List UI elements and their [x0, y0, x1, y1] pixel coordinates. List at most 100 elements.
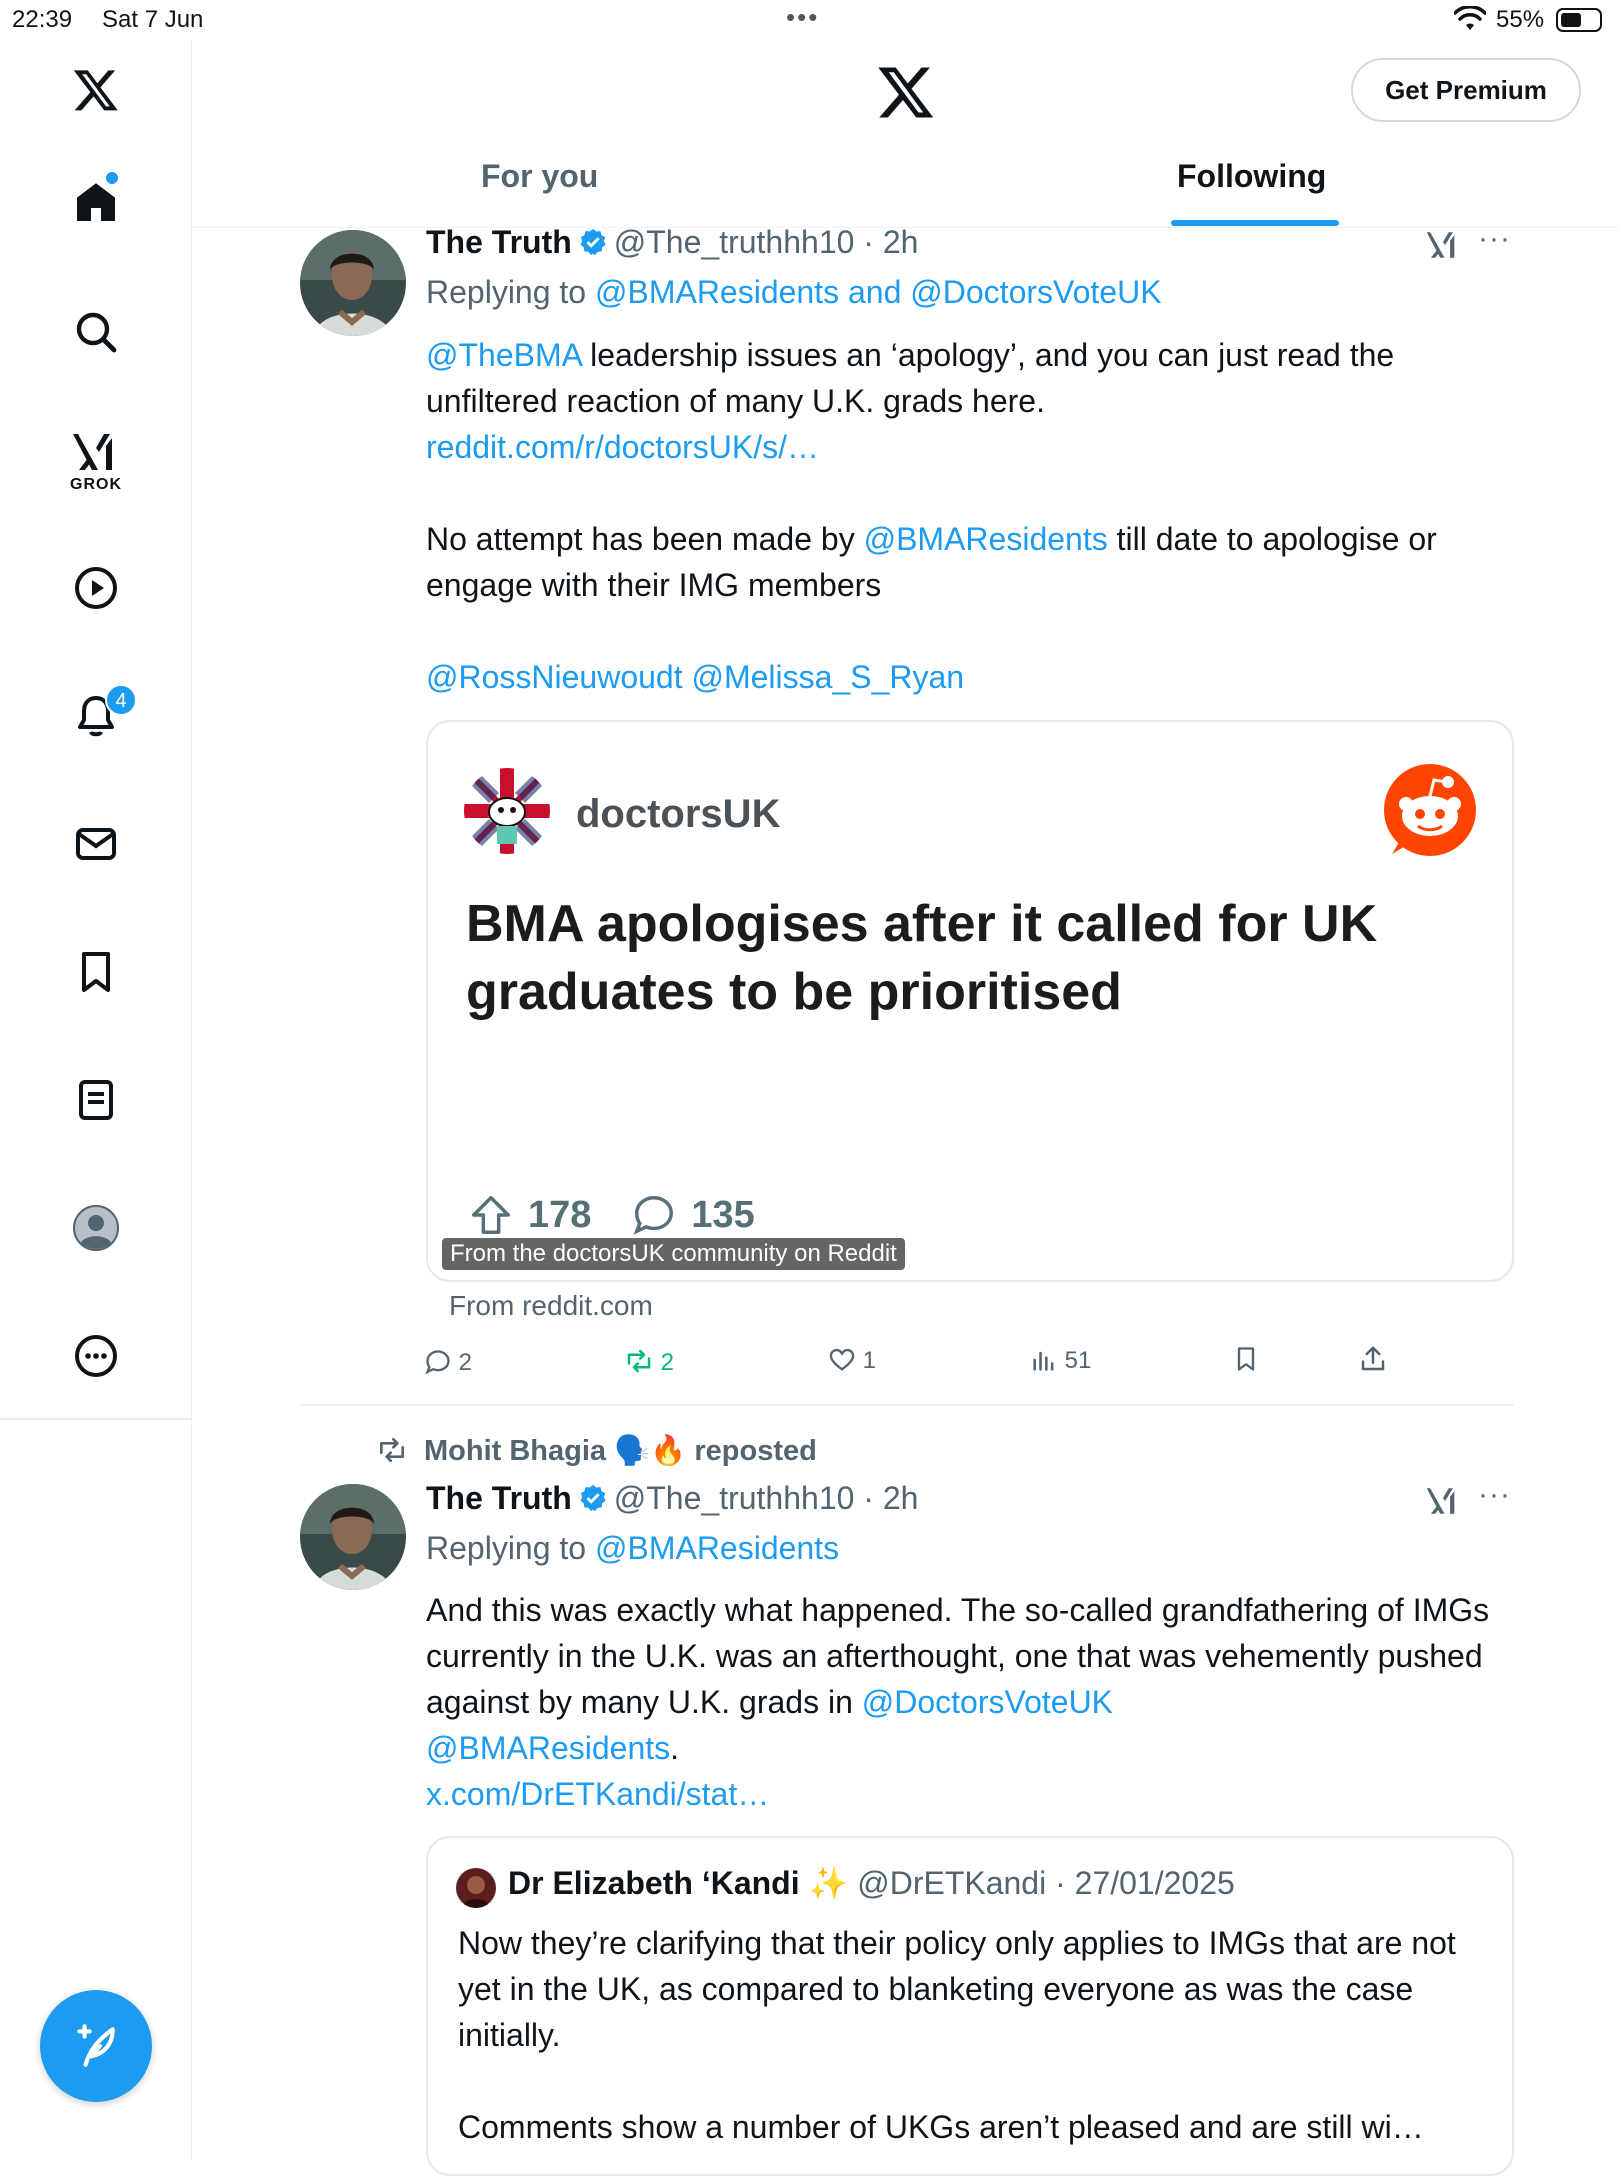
repost-label: reposted	[694, 1435, 817, 1467]
reddit-logo-icon	[1382, 762, 1478, 863]
wifi-icon	[1453, 5, 1487, 39]
replying-to: Replying to @BMAResidents	[426, 1530, 839, 1567]
battery-percent: 55%	[1496, 6, 1545, 33]
mention-links[interactable]: @RossNieuwoudt @Melissa_S_Ryan	[426, 659, 964, 695]
upvote-icon	[472, 1196, 510, 1234]
avatar[interactable]	[300, 230, 406, 336]
quoted-author: Dr Elizabeth ‘Kandi	[508, 1865, 800, 1901]
tweet-header: The Truth @The_truthhh10 · 2h	[426, 1480, 918, 1521]
bookmark-icon	[1237, 1347, 1255, 1371]
get-premium-button[interactable]: Get Premium	[1351, 58, 1581, 122]
grok-explain-icon[interactable]	[1426, 228, 1460, 267]
tweet-text: And this was exactly what happened. The …	[426, 1587, 1516, 1817]
author-handle[interactable]: @The_truthhh10	[614, 224, 855, 260]
tweet-text-part: .	[670, 1730, 680, 1766]
mail-icon[interactable]	[56, 804, 136, 884]
analytics-icon	[1033, 1351, 1054, 1371]
repost-icon	[380, 1438, 404, 1462]
more-icon[interactable]	[56, 1316, 136, 1396]
card-headline: BMA apologises after it called for UK gr…	[466, 895, 1378, 1021]
share-icon	[1361, 1346, 1385, 1371]
like-button[interactable]: 1	[828, 1346, 876, 1375]
verified-badge-icon	[578, 227, 608, 265]
tab-for-you[interactable]: For you	[481, 158, 598, 195]
reply-button[interactable]: 2	[424, 1348, 472, 1377]
multitask-dots-icon[interactable]: •••	[786, 2, 819, 33]
sparkle-emoji: ✨	[808, 1865, 849, 1901]
quoted-text-part: Now they’re clarifying that their policy…	[458, 1925, 1456, 2053]
grok-explain-icon[interactable]	[1426, 1484, 1460, 1523]
replying-label: Replying to	[426, 1530, 587, 1566]
url-link[interactable]: x.com/DrETKandi/stat…	[426, 1776, 769, 1812]
views-button[interactable]: 51	[1030, 1346, 1091, 1375]
post-more-icon[interactable]: ···	[1478, 222, 1511, 256]
post-time[interactable]: 2h	[883, 1480, 919, 1516]
home-icon[interactable]	[56, 162, 136, 242]
tweet-text: @TheBMA leadership issues an ‘apology’, …	[426, 332, 1516, 700]
play-icon[interactable]	[56, 548, 136, 628]
link-preview-card[interactable]: doctorsUK BMA apologises after it called…	[426, 720, 1514, 1282]
reply-icon	[425, 1350, 450, 1375]
tweet-text-part: No attempt has been made by	[426, 521, 864, 557]
upvote-count: 178	[528, 1193, 592, 1236]
separator-dot: ·	[854, 224, 883, 260]
subreddit-name: doctorsUK	[576, 792, 781, 836]
url-link[interactable]: reddit.com/r/doctorsUK/s/…	[426, 429, 819, 465]
avatar[interactable]	[300, 1484, 406, 1590]
card-tooltip: From the doctorsUK community on Reddit	[442, 1238, 905, 1270]
view-count: 51	[1064, 1347, 1092, 1374]
x-logo-icon[interactable]	[876, 62, 936, 122]
reposter-name[interactable]: Mohit Bhagia 🗣️🔥	[424, 1435, 686, 1467]
feather-plus-icon	[77, 2024, 115, 2067]
compose-post-button[interactable]	[40, 1990, 152, 2102]
repost-icon	[627, 1349, 651, 1373]
quoted-header: Dr Elizabeth ‘Kandi ✨ @DrETKandi · 27/01…	[508, 1864, 1235, 1902]
share-button[interactable]	[1358, 1344, 1388, 1381]
quoted-date: 27/01/2025	[1074, 1865, 1235, 1901]
status-time: 22:39	[12, 6, 73, 33]
bookmark-icon[interactable]	[56, 932, 136, 1012]
post-time[interactable]: 2h	[883, 224, 919, 260]
post-more-icon[interactable]: ···	[1478, 1478, 1511, 1512]
search-icon[interactable]	[56, 292, 136, 372]
repost-context: Mohit Bhagia 🗣️🔥 reposted	[376, 1434, 817, 1468]
replying-mentions[interactable]: @BMAResidents	[595, 1530, 839, 1566]
quoted-tweet[interactable]: Dr Elizabeth ‘Kandi ✨ @DrETKandi · 27/01…	[426, 1836, 1514, 2176]
card-stats: 178 135	[468, 1192, 755, 1238]
author-name[interactable]: The Truth	[426, 1480, 572, 1516]
list-icon[interactable]	[56, 1060, 136, 1140]
battery-icon	[1556, 8, 1602, 32]
mention-link[interactable]: @BMAResidents	[864, 521, 1108, 557]
home-unread-dot	[106, 172, 118, 184]
status-bar: 22:39 Sat 7 Jun ••• 55%	[0, 0, 1620, 40]
repost-button[interactable]: 2	[624, 1346, 674, 1377]
sidebar: GROK 4	[0, 40, 192, 2160]
tweet-divider	[300, 1404, 1514, 1406]
card-source[interactable]: From reddit.com	[449, 1290, 653, 1322]
quoted-avatar	[456, 1868, 496, 1908]
quoted-text: Now they’re clarifying that their policy…	[458, 1920, 1488, 2150]
quoted-handle: @DrETKandi	[857, 1865, 1047, 1901]
separator-dot: ·	[1046, 1865, 1075, 1901]
author-name[interactable]: The Truth	[426, 224, 572, 260]
tweet-header: The Truth @The_truthhh10 · 2h	[426, 224, 918, 265]
repost-count: 2	[660, 1349, 675, 1376]
bookmark-button[interactable]	[1232, 1344, 1260, 1381]
replying-label: Replying to	[426, 274, 587, 310]
x-logo-icon[interactable]	[56, 50, 136, 130]
status-date: Sat 7 Jun	[102, 6, 204, 33]
replying-mentions[interactable]: @BMAResidents and @DoctorsVoteUK	[595, 274, 1162, 310]
tab-following[interactable]: Following	[1177, 158, 1326, 195]
mention-link[interactable]: @BMAResidents	[426, 1730, 670, 1766]
grok-label: GROK	[70, 476, 122, 493]
notifications-badge: 4	[105, 684, 137, 716]
sidebar-divider	[0, 1418, 192, 1420]
like-count: 1	[862, 1347, 877, 1374]
profile-avatar-icon[interactable]	[56, 1188, 136, 1268]
quoted-text-part: Comments show a number of UKGs aren’t pl…	[458, 2109, 1424, 2145]
mention-link[interactable]: @TheBMA	[426, 337, 581, 373]
mention-link[interactable]: @DoctorsVoteUK	[862, 1684, 1113, 1720]
verified-badge-icon	[578, 1483, 608, 1521]
subreddit-avatar	[464, 768, 550, 854]
author-handle[interactable]: @The_truthhh10	[614, 1480, 855, 1516]
